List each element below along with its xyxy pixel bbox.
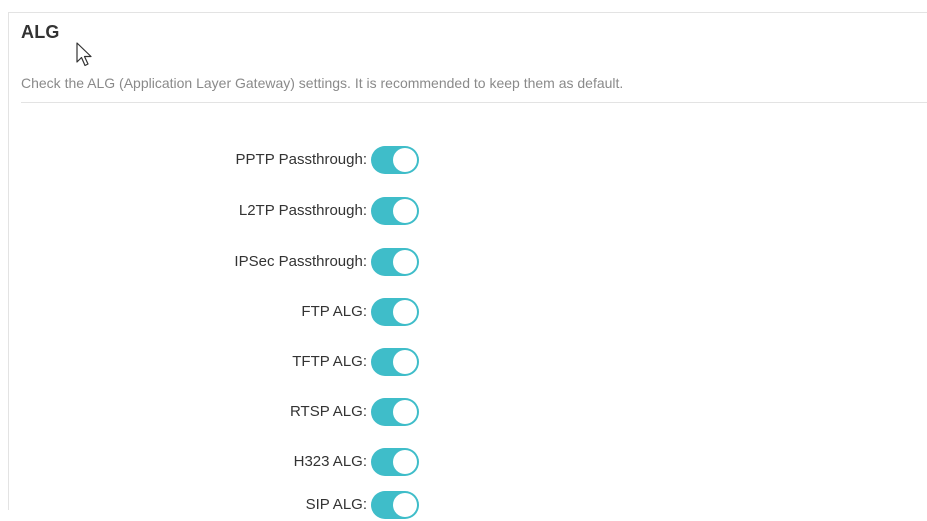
- ipsec-passthrough-toggle[interactable]: [371, 248, 419, 276]
- pptp-passthrough-label: PPTP Passthrough:: [235, 151, 367, 168]
- section-divider: [21, 102, 927, 103]
- tftp-alg-label: TFTP ALG:: [292, 353, 367, 370]
- toggle-knob: [393, 300, 417, 324]
- toggle-knob: [393, 493, 417, 517]
- setting-row-pptp: PPTP Passthrough:: [9, 144, 449, 176]
- toggle-knob: [393, 400, 417, 424]
- toggle-knob: [393, 199, 417, 223]
- sip-alg-toggle[interactable]: [371, 491, 419, 519]
- setting-row-sip: SIP ALG:: [9, 489, 449, 521]
- toggle-knob: [393, 350, 417, 374]
- rtsp-alg-toggle[interactable]: [371, 398, 419, 426]
- section-description: Check the ALG (Application Layer Gateway…: [21, 75, 624, 91]
- setting-row-l2tp: L2TP Passthrough:: [9, 195, 449, 227]
- ipsec-passthrough-label: IPSec Passthrough:: [234, 253, 367, 270]
- toggle-knob: [393, 450, 417, 474]
- mouse-pointer-icon: [76, 42, 92, 67]
- sip-alg-label: SIP ALG:: [305, 496, 367, 513]
- section-title: ALG: [21, 22, 60, 42]
- toggle-knob: [393, 148, 417, 172]
- setting-row-ipsec: IPSec Passthrough:: [9, 246, 449, 278]
- l2tp-passthrough-label: L2TP Passthrough:: [238, 202, 367, 219]
- setting-row-rtsp: RTSP ALG:: [9, 396, 449, 428]
- tftp-alg-toggle[interactable]: [371, 348, 419, 376]
- h323-alg-label: H323 ALG:: [293, 453, 367, 470]
- pptp-passthrough-toggle[interactable]: [371, 146, 419, 174]
- ftp-alg-toggle[interactable]: [371, 298, 419, 326]
- setting-row-h323: H323 ALG:: [9, 446, 449, 478]
- setting-row-tftp: TFTP ALG:: [9, 346, 449, 378]
- ftp-alg-label: FTP ALG:: [301, 303, 367, 320]
- l2tp-passthrough-toggle[interactable]: [371, 197, 419, 225]
- h323-alg-toggle[interactable]: [371, 448, 419, 476]
- toggle-knob: [393, 250, 417, 274]
- rtsp-alg-label: RTSP ALG:: [290, 403, 367, 420]
- setting-row-ftp: FTP ALG:: [9, 296, 449, 328]
- alg-settings-panel: ALG Check the ALG (Application Layer Gat…: [8, 12, 927, 519]
